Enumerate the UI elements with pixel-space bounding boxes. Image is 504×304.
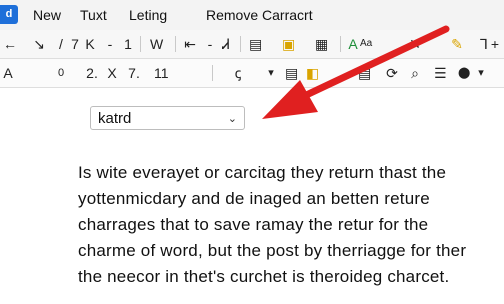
eleven-tool[interactable]: 11	[154, 63, 169, 83]
paragraph-icon[interactable]: ▤	[358, 63, 371, 83]
menu-icon[interactable]: ☰	[434, 63, 447, 83]
toolbar-top: ← ↘ / 7 K - 1 W ⇤ - Ꮧ ▤ ▣ ▦ A Aa ✕ ✎ ⅂ +	[0, 30, 504, 59]
toolbar-separator	[175, 36, 176, 52]
document-body[interactable]: Is wite everayet or carcitag they return…	[78, 160, 498, 290]
document-line: the neecor in thet's curchet is theroide…	[78, 267, 450, 286]
diagonal-arrow-icon[interactable]: ↘	[33, 34, 45, 54]
toolbar-format: A 0 2. X 7. 11 ꞔ ▾ ▤ ◧ ▤ ⟳ ⌕ ☰ ⬤ ▾	[0, 59, 504, 88]
text-style-icon[interactable]: A	[347, 34, 359, 54]
one-tool[interactable]: 1	[122, 34, 134, 54]
close-icon[interactable]: ✕	[409, 34, 421, 54]
toolbar-separator	[340, 36, 341, 52]
seven-tool[interactable]: 7.	[128, 63, 140, 83]
refresh-icon[interactable]: ⟳	[386, 63, 398, 83]
menu-new[interactable]: New	[33, 7, 61, 23]
align-lines-icon[interactable]: ▤	[249, 34, 262, 54]
number-seven-tool[interactable]: 7	[69, 34, 81, 54]
back-arrow-icon[interactable]: ←	[3, 34, 17, 54]
font-size-box[interactable]: 0	[55, 63, 67, 83]
style-dropdown[interactable]: katrd ⌄	[90, 106, 245, 130]
menu-remove-character[interactable]: Remove Carracrt	[206, 7, 313, 23]
paste-icon[interactable]: ▣	[282, 34, 295, 54]
text-style-label: Aa	[360, 38, 373, 49]
menu-bar: d New Tuxt Leting Remove Carracrt	[0, 0, 504, 30]
app-logo[interactable]: d	[0, 5, 18, 24]
table-icon[interactable]: ▦	[315, 34, 328, 54]
document-line: charme of word, but the post by therriag…	[78, 241, 467, 260]
style-dropdown-value: katrd	[98, 110, 132, 127]
k-tool[interactable]: K	[84, 34, 96, 54]
document-line: charrages that to save ramay the retur f…	[78, 215, 429, 234]
toolbar-separator	[240, 36, 241, 52]
menu-text[interactable]: Tuxt	[80, 7, 107, 23]
slash-tool[interactable]: /	[55, 34, 67, 54]
highlighter-icon[interactable]: ✎	[451, 34, 463, 54]
document-line: Is wite everayet or carcitag they return…	[78, 163, 447, 182]
indent-icon[interactable]: ⇤	[184, 34, 196, 54]
hash-tool[interactable]: Ꮧ	[220, 34, 232, 54]
font-a-tool[interactable]: A	[2, 63, 14, 83]
font-size-value[interactable]: 2.	[86, 63, 98, 83]
chevron-down-icon: ⌄	[227, 113, 237, 125]
toolbar-separator	[140, 36, 141, 52]
minus-tool[interactable]: -	[104, 34, 116, 54]
menu-editing[interactable]: Leting	[129, 7, 167, 23]
shape-icon[interactable]: ◧	[306, 63, 319, 83]
document-line: yottenmicdary and de inaged an betten re…	[78, 189, 430, 208]
x-tool[interactable]: X	[106, 63, 118, 83]
user-icon[interactable]: ⬤	[458, 63, 470, 83]
add-button[interactable]: +	[489, 34, 501, 54]
search-icon[interactable]: ⌕	[409, 63, 421, 83]
chevron-down-icon[interactable]: ▾	[265, 63, 277, 83]
toolbar-separator	[212, 65, 213, 81]
list-icon[interactable]: ▤	[285, 63, 298, 83]
user-menu-chevron-icon[interactable]: ▾	[475, 63, 487, 83]
eraser-icon[interactable]: ꞔ	[232, 63, 244, 83]
minus-tool-2[interactable]: -	[204, 34, 216, 54]
w-tool[interactable]: W	[150, 34, 163, 54]
